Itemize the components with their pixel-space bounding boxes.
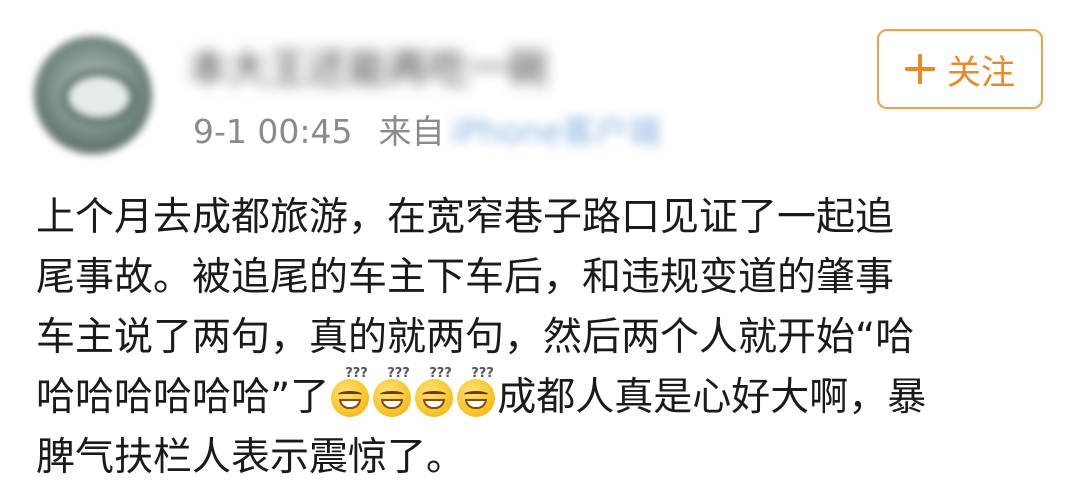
content-line-with-emoji: 哈哈哈哈哈哈”了 ??? ??? ??? ??? 成都人真是心好大啊，暴 <box>36 367 1046 428</box>
source-client[interactable]: iPhone客户端 <box>451 110 661 154</box>
source-prefix: 来自 <box>378 112 445 151</box>
content-text: 成都人真是心好大啊，暴 <box>497 375 927 420</box>
post-timestamp: 9-1 00:45 <box>193 112 353 151</box>
content-line: 上个月去成都旅游，在宽窄巷子路口见证了一起追 <box>36 195 895 240</box>
post-meta: 9-1 00:45 来自 iPhone客户端 <box>193 110 661 154</box>
dizzy-laughing-face-emoji-icon: ??? <box>415 367 454 417</box>
follow-button[interactable]: 关注 <box>877 29 1043 109</box>
post-content: 上个月去成都旅游，在宽窄巷子路口见证了一起追 尾事故。被追尾的车主下车后，和违规… <box>36 188 1046 488</box>
avatar-image <box>62 70 136 124</box>
content-line: 尾事故。被追尾的车主下车后，和违规变道的肇事 <box>36 255 895 300</box>
content-text: 哈哈哈哈哈哈”了 <box>36 375 330 420</box>
content-line: 脾气扶栏人表示震惊了。 <box>36 435 466 480</box>
dizzy-laughing-face-emoji-icon: ??? <box>457 367 496 417</box>
dizzy-laughing-face-emoji-icon: ??? <box>373 367 412 417</box>
content-line: 车主说了两句，真的就两句，然后两个人就开始“哈 <box>36 315 915 360</box>
username[interactable]: 本大王还能再吃一碗 <box>188 44 548 94</box>
dizzy-laughing-face-emoji-icon: ??? <box>331 367 370 417</box>
weibo-post: 本大王还能再吃一碗 9-1 00:45 来自 iPhone客户端 关注 上个月去成都… <box>0 0 1080 492</box>
follow-button-label: 关注 <box>947 52 1015 93</box>
plus-icon <box>905 54 935 84</box>
avatar[interactable] <box>34 36 152 154</box>
